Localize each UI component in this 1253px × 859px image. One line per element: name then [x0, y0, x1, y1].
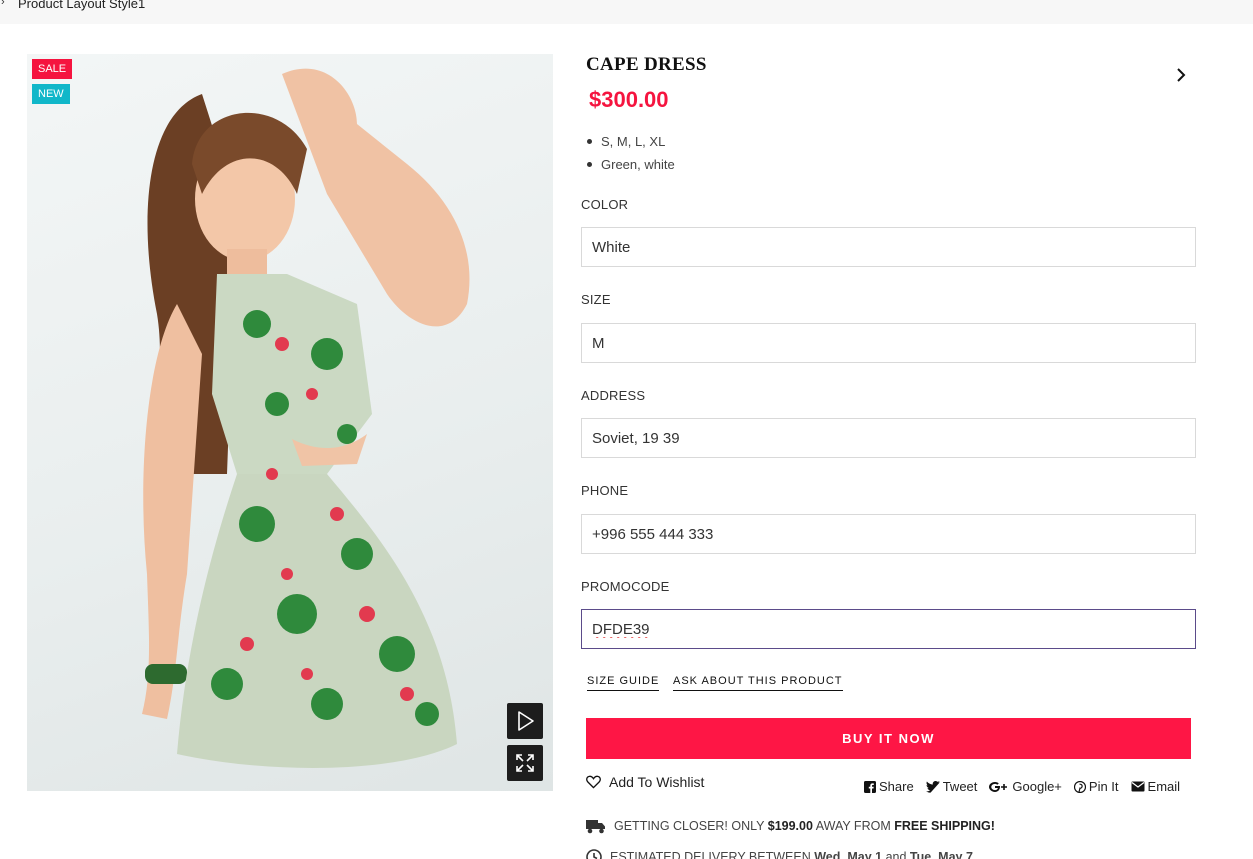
email-label: Email — [1147, 779, 1181, 794]
ask-about-product-link[interactable]: ASK ABOUT THIS PRODUCT — [673, 675, 843, 691]
clock-icon — [586, 849, 602, 859]
shipping-prefix: GETTING CLOSER! ONLY — [614, 819, 765, 833]
shipping-bold: FREE SHIPPING! — [894, 819, 995, 833]
truck-icon — [586, 820, 605, 834]
shipping-middle: AWAY FROM — [815, 819, 891, 833]
phone-field[interactable] — [581, 514, 1196, 554]
fullscreen-icon — [516, 754, 534, 772]
address-field[interactable] — [581, 418, 1196, 458]
share-google-plus[interactable]: Google+ — [989, 779, 1062, 794]
play-icon — [518, 711, 534, 731]
size-label: SIZE — [581, 292, 611, 307]
address-label: ADDRESS — [581, 388, 646, 403]
promocode-field[interactable] — [581, 609, 1196, 649]
product-title: CAPE DRESS — [586, 54, 707, 75]
twitter-icon — [925, 780, 940, 793]
tweet-label: Tweet — [942, 779, 978, 794]
size-field[interactable] — [581, 323, 1196, 363]
dress-model-illustration — [142, 68, 470, 768]
delivery-end: Tue, May 7 — [909, 850, 973, 859]
add-to-wishlist-button[interactable]: Add To Wishlist — [586, 774, 704, 790]
pinterest-icon — [1073, 780, 1086, 793]
delivery-prefix: ESTIMATED DELIVERY BETWEEN — [610, 850, 811, 859]
google-plus-icon — [989, 781, 1008, 792]
breadcrumb: › Product Layout Style1 — [0, 0, 1253, 24]
delivery-start: Wed, May 1 — [814, 850, 883, 859]
share-pinterest[interactable]: Pin It — [1073, 779, 1119, 794]
google-plus-label: Google+ — [1012, 779, 1062, 794]
product-options-list: S, M, L, XL Green, white — [585, 133, 675, 179]
delivery-and: and — [885, 850, 907, 859]
share-bar: Share Tweet Google+ Pin It Email — [864, 779, 1180, 794]
play-video-button[interactable] — [507, 703, 543, 739]
delivery-estimate: ESTIMATED DELIVERY BETWEEN Wed, May 1 an… — [586, 849, 973, 859]
promocode-label: PROMOCODE — [581, 579, 670, 594]
sale-badge: SALE — [32, 59, 73, 79]
pin-it-label: Pin It — [1088, 779, 1119, 794]
email-icon — [1131, 781, 1145, 792]
share-twitter[interactable]: Tweet — [925, 779, 978, 794]
free-shipping-notice: GETTING CLOSER! ONLY $199.00 AWAY FROM F… — [586, 818, 995, 834]
product-image[interactable] — [27, 54, 553, 791]
chevron-right-icon[interactable] — [1170, 64, 1192, 86]
fullscreen-button[interactable] — [507, 745, 543, 781]
phone-label: PHONE — [581, 483, 629, 498]
heart-icon — [586, 775, 601, 789]
product-price: $300.00 — [589, 87, 669, 112]
share-email[interactable]: Email — [1131, 779, 1181, 794]
wishlist-label: Add To Wishlist — [609, 774, 705, 790]
color-label: COLOR — [581, 197, 629, 212]
option-colors: Green, white — [585, 156, 675, 179]
facebook-icon — [864, 780, 876, 793]
buy-it-now-button[interactable]: BUY IT NOW — [586, 718, 1191, 759]
new-badge: NEW — [32, 84, 70, 104]
option-sizes: S, M, L, XL — [585, 133, 675, 156]
color-field[interactable] — [581, 227, 1196, 267]
shipping-amount: $199.00 — [767, 819, 813, 833]
share-facebook[interactable]: Share — [864, 779, 914, 794]
breadcrumb-current[interactable]: Product Layout Style1 — [18, 0, 145, 11]
breadcrumb-separator: › — [1, 0, 5, 8]
size-guide-link[interactable]: SIZE GUIDE — [587, 675, 660, 691]
share-label: Share — [879, 779, 914, 794]
